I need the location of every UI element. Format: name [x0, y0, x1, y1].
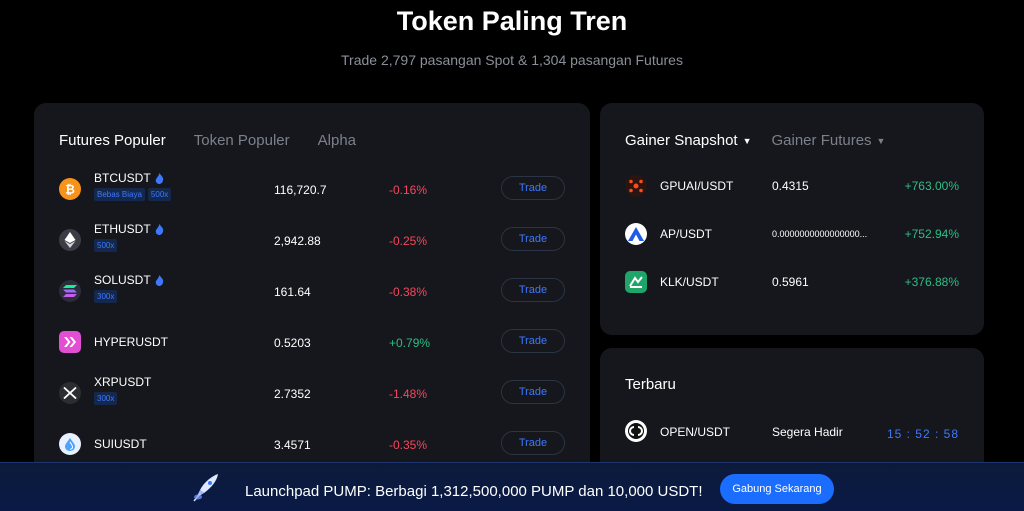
ethereum-icon: [59, 229, 81, 251]
openledger-icon: [625, 420, 647, 442]
market-symbol: SOLUSDT: [94, 273, 164, 287]
fee-free-badge: Bebas Biaya: [94, 188, 145, 201]
tab-gainer-futures[interactable]: Gainer Futures ▼: [772, 132, 886, 149]
market-price: 0.5203: [274, 336, 311, 350]
market-tabs: Futures Populer Token Populer Alpha: [59, 132, 356, 149]
gainer-change: +752.94%: [904, 227, 959, 241]
market-row-xrpusdt[interactable]: XRPUSDT 300x 2.7352 -1.48% Trade: [34, 368, 590, 418]
gainer-row-ap[interactable]: AP/USDT 0.0000000000000000... +752.94%: [600, 214, 984, 254]
hot-flame-icon: [155, 223, 163, 235]
newest-title: Terbaru: [625, 376, 676, 393]
market-change: -0.25%: [389, 234, 428, 248]
market-symbol: XRPUSDT: [94, 375, 152, 389]
hot-flame-icon: [155, 172, 163, 184]
trade-button[interactable]: Trade: [501, 176, 565, 200]
market-change: +0.79%: [389, 336, 431, 350]
gainer-symbol: GPUAI/USDT: [660, 179, 734, 193]
trade-button[interactable]: Trade: [501, 380, 565, 404]
gainer-price: 0.4315: [772, 179, 809, 193]
banner-text: Launchpad PUMP: Berbagi 1,312,500,000 PU…: [245, 483, 703, 500]
market-price: 2.7352: [274, 387, 311, 401]
market-row-ethusdt[interactable]: ETHUSDT 500x 2,942.88 -0.25% Trade: [34, 215, 590, 265]
leverage-badge: 300x: [94, 290, 118, 303]
gainer-tabs: Gainer Snapshot ▼ Gainer Futures ▼: [625, 132, 885, 149]
rocket-icon: [190, 472, 224, 502]
tab-futures-populer[interactable]: Futures Populer: [59, 132, 166, 149]
newest-symbol: OPEN/USDT: [660, 425, 731, 439]
market-change: -1.48%: [389, 387, 428, 401]
market-symbol: HYPERUSDT: [94, 335, 169, 349]
xrp-icon: [59, 382, 81, 404]
market-panel: Futures Populer Token Populer Alpha ₿ BT…: [34, 103, 590, 483]
gainer-price: 0.0000000000000000...: [772, 229, 868, 239]
market-price: 3.4571: [274, 438, 311, 452]
market-row-hyperusdt[interactable]: HYPERUSDT 0.5203 +0.79% Trade: [34, 317, 590, 367]
leverage-badge: 300x: [94, 392, 118, 405]
newest-row-open[interactable]: OPEN/USDT Segera Hadir 15 : 52 : 58: [600, 418, 984, 448]
page-title: Token Paling Tren: [396, 6, 628, 36]
gainer-change: +376.88%: [904, 275, 959, 289]
caret-down-icon: ▼: [876, 135, 886, 146]
sui-icon: [59, 433, 81, 455]
market-change: -0.35%: [389, 438, 428, 452]
newest-status: Segera Hadir: [772, 425, 843, 439]
leverage-badge: 500x: [94, 239, 118, 252]
market-symbol: ETHUSDT: [94, 222, 164, 236]
join-now-button[interactable]: Gabung Sekarang: [720, 474, 834, 504]
gainer-symbol: AP/USDT: [660, 227, 713, 241]
trade-button[interactable]: Trade: [501, 227, 565, 251]
market-row-btcusdt[interactable]: ₿ BTCUSDT Bebas Biaya 500x 116,720.7 -0.…: [34, 164, 590, 214]
market-price: 116,720.7: [274, 183, 327, 197]
leverage-badge: 500x: [147, 188, 172, 201]
hyperlane-icon: [59, 331, 81, 353]
solana-icon: [59, 280, 81, 302]
gainer-change: +763.00%: [904, 179, 959, 193]
gainer-panel: Gainer Snapshot ▼ Gainer Futures ▼ GPUAI/U…: [600, 103, 984, 335]
gainer-symbol: KLK/USDT: [660, 275, 719, 289]
gainer-row-klk[interactable]: KLK/USDT 0.5961 +376.88%: [600, 262, 984, 302]
tab-alpha[interactable]: Alpha: [318, 132, 356, 149]
market-row-solusdt[interactable]: SOLUSDT 300x 161.64 -0.38% Trade: [34, 266, 590, 316]
market-symbol: SUIUSDT: [94, 437, 147, 451]
page-subtitle: Trade 2,797 pasangan Spot & 1,304 pasang…: [341, 52, 683, 68]
market-symbol: BTCUSDT: [94, 171, 164, 185]
launchpad-banner[interactable]: Launchpad PUMP: Berbagi 1,312,500,000 PU…: [0, 462, 1024, 511]
hot-flame-icon: [155, 274, 163, 286]
gpuai-icon: [625, 175, 647, 197]
tab-gainer-snapshot[interactable]: Gainer Snapshot ▼: [625, 132, 752, 149]
caret-down-icon: ▼: [742, 135, 752, 146]
market-price: 2,942.88: [274, 234, 321, 248]
klk-icon: [625, 271, 647, 293]
market-change: -0.16%: [389, 183, 428, 197]
svg-text:₿: ₿: [65, 183, 75, 197]
trade-button[interactable]: Trade: [501, 431, 565, 455]
countdown-timer: 15 : 52 : 58: [886, 427, 959, 441]
trade-button[interactable]: Trade: [501, 329, 565, 353]
bitcoin-icon: ₿: [59, 178, 81, 200]
market-change: -0.38%: [389, 285, 428, 299]
tab-token-populer[interactable]: Token Populer: [194, 132, 290, 149]
gainer-row-gpuai[interactable]: GPUAI/USDT 0.4315 +763.00%: [600, 166, 984, 206]
ap-icon: [625, 223, 647, 245]
gainer-price: 0.5961: [772, 275, 809, 289]
trade-button[interactable]: Trade: [501, 278, 565, 302]
market-price: 161.64: [274, 285, 311, 299]
